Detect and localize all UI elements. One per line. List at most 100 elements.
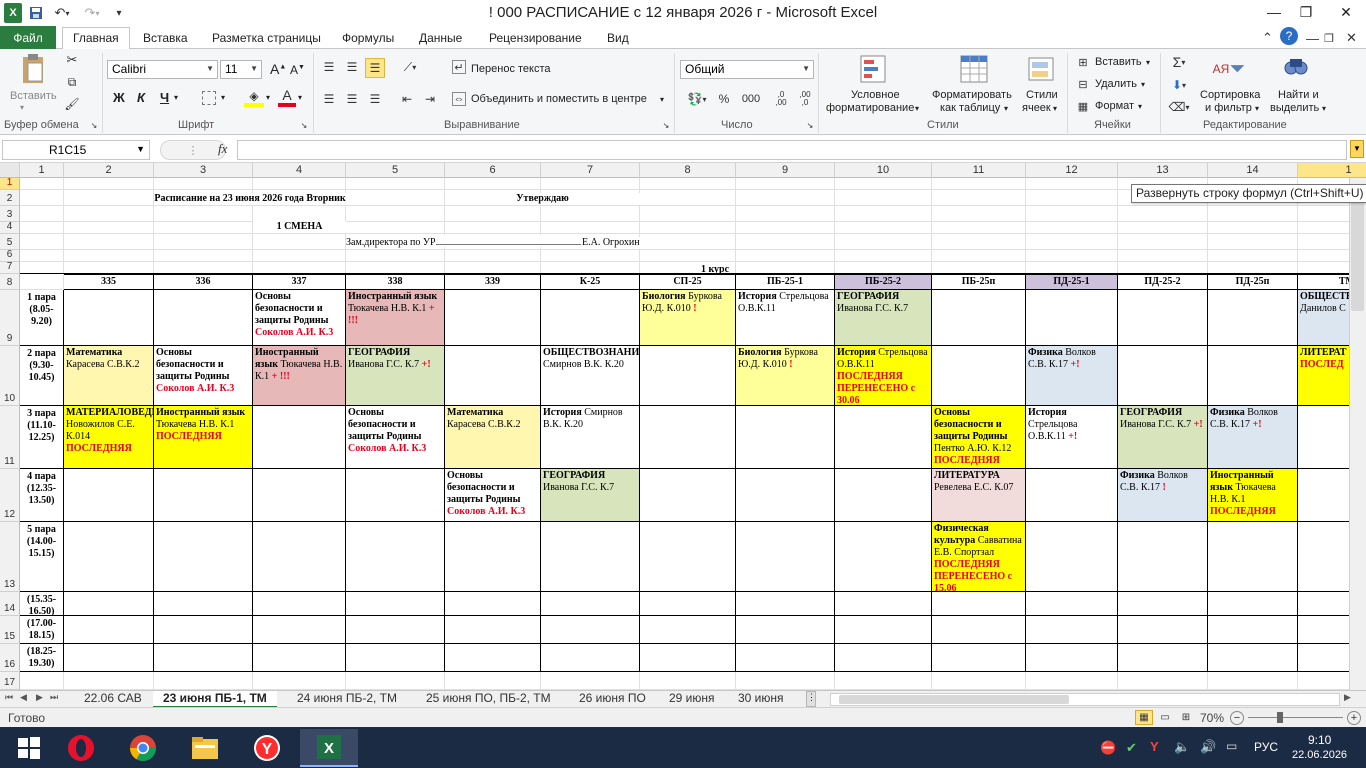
sheet-tab[interactable]: 25 июня ПО, ПБ-2, ТМ	[416, 691, 561, 708]
sort-filter-dropdown-icon[interactable]: ▾	[1255, 104, 1259, 113]
column-header[interactable]: 1	[20, 163, 64, 178]
align-left-icon[interactable]: ☰	[320, 91, 338, 107]
schedule-cell[interactable]	[736, 592, 835, 616]
format-as-table-dropdown-icon[interactable]: ▾	[1004, 104, 1008, 113]
lesson-cell[interactable]: История Стрельцова О.В.К.11 +!	[1026, 406, 1118, 469]
lesson-cell[interactable]: ГЕОГРАФИЯ Иванова Г.С. К.7	[541, 469, 640, 522]
cell-styles-dropdown-icon[interactable]: ▾	[1053, 104, 1057, 113]
schedule-cell[interactable]	[1026, 522, 1118, 592]
lesson-cell[interactable]: Физика Волков С.В. К.17 !	[1118, 469, 1208, 522]
column-header[interactable]: 3	[154, 163, 253, 178]
row-header[interactable]: 8	[0, 274, 20, 290]
row-header[interactable]: 11	[0, 406, 20, 469]
find-select-label2[interactable]: выделить	[1270, 102, 1319, 114]
tab-page-layout[interactable]: Разметка страницы	[212, 29, 321, 49]
schedule-cell[interactable]	[835, 592, 932, 616]
sheet-tab[interactable]: 29 июня	[659, 691, 725, 708]
underline-dropdown-icon[interactable]: ▾	[174, 93, 178, 102]
schedule-cell[interactable]	[1026, 469, 1118, 522]
delete-cells-icon[interactable]: ⊟	[1075, 76, 1091, 92]
tray-date[interactable]: 22.06.2026	[1292, 749, 1347, 761]
delete-dropdown-icon[interactable]: ▾	[1141, 80, 1145, 89]
help-icon[interactable]: ?	[1280, 27, 1298, 45]
column-header[interactable]: 1	[1298, 163, 1366, 178]
schedule-cell[interactable]	[64, 592, 154, 616]
format-as-table-label2[interactable]: как таблицу	[940, 102, 1000, 114]
currency-icon[interactable]: 💱 ▾	[684, 90, 710, 108]
row-header[interactable]: 16	[0, 644, 20, 672]
schedule-cell[interactable]	[445, 616, 541, 644]
chrome-icon[interactable]	[114, 729, 172, 767]
lesson-cell[interactable]: Основы безопасности и защиты Родины Сокол…	[253, 290, 346, 346]
conditional-format-dropdown-icon[interactable]: ▾	[915, 104, 919, 113]
conditional-format-label1[interactable]: Условное	[851, 89, 900, 101]
font-size-combo[interactable]: 11 ▼	[220, 60, 262, 79]
row-header[interactable]: 2	[0, 190, 20, 206]
row-header[interactable]: 12	[0, 469, 20, 522]
schedule-cell[interactable]	[736, 522, 835, 592]
schedule-cell[interactable]	[445, 592, 541, 616]
font-color-icon[interactable]: A	[278, 87, 296, 107]
schedule-cell[interactable]	[640, 469, 736, 522]
vertical-scroll-thumb[interactable]	[1351, 191, 1364, 311]
schedule-cell[interactable]	[1118, 644, 1208, 672]
merge-center-button[interactable]: Объединить и поместить в центре	[471, 93, 647, 105]
schedule-cell[interactable]	[1118, 346, 1208, 406]
schedule-cell[interactable]	[835, 644, 932, 672]
row-header[interactable]: 15	[0, 616, 20, 644]
italic-button[interactable]: К	[137, 90, 145, 105]
schedule-cell[interactable]	[154, 290, 253, 346]
bold-button[interactable]: Ж	[113, 90, 125, 105]
schedule-cell[interactable]	[253, 406, 346, 469]
lesson-cell[interactable]: ЛИТЕРАТУРА Ревелева Е.С. К.07	[932, 469, 1026, 522]
alignment-launcher-icon[interactable]: ↘	[662, 121, 670, 130]
sheet-tab[interactable]: 26 июня ПО	[569, 691, 656, 708]
schedule-cell[interactable]	[640, 644, 736, 672]
lesson-cell[interactable]: Физика Волков С.В. К.17 +!	[1026, 346, 1118, 406]
page-layout-view-icon[interactable]: ▭	[1156, 710, 1174, 725]
schedule-cell[interactable]	[1026, 644, 1118, 672]
lesson-cell[interactable]: Основы безопасности и защиты Родины Сокол…	[154, 346, 253, 406]
group-header[interactable]: ПБ-25-1	[736, 274, 835, 290]
group-header[interactable]: 337	[253, 274, 346, 290]
column-header[interactable]: 12	[1026, 163, 1118, 178]
row-header[interactable]: 5	[0, 234, 20, 250]
expand-formula-bar-icon[interactable]: ▼	[1350, 140, 1364, 158]
column-header[interactable]: 13	[1118, 163, 1208, 178]
schedule-cell[interactable]	[640, 592, 736, 616]
schedule-cell[interactable]	[445, 346, 541, 406]
zoom-slider[interactable]	[1248, 717, 1343, 718]
schedule-cell[interactable]	[1208, 522, 1298, 592]
conditional-format-icon[interactable]	[858, 53, 890, 85]
lesson-cell[interactable]: Основы безопасности и защиты Родины Сокол…	[445, 469, 541, 522]
lesson-cell[interactable]: Математика Карасева С.В.К.2	[445, 406, 541, 469]
row-header[interactable]: 7	[0, 261, 20, 274]
formula-input[interactable]	[237, 140, 1347, 160]
lesson-cell[interactable]: ГЕОГРАФИЯ Иванова Г.С. К.7 +!	[1118, 406, 1208, 469]
schedule-cell[interactable]	[445, 522, 541, 592]
number-format-combo[interactable]: Общий ▼	[680, 60, 814, 79]
column-header[interactable]: 10	[835, 163, 932, 178]
schedule-cell[interactable]	[835, 469, 932, 522]
schedule-cell[interactable]	[835, 616, 932, 644]
yandex-browser-icon[interactable]: Y	[238, 729, 296, 767]
cut-icon[interactable]: ✂	[64, 52, 80, 68]
schedule-cell[interactable]	[445, 644, 541, 672]
column-header[interactable]: 4	[253, 163, 346, 178]
wrap-text-icon[interactable]: ↵	[452, 60, 466, 74]
horizontal-scrollbar[interactable]	[830, 693, 1340, 706]
group-header[interactable]: 339	[445, 274, 541, 290]
schedule-cell[interactable]	[253, 616, 346, 644]
column-header[interactable]: 7	[541, 163, 640, 178]
windows-start-icon[interactable]	[0, 729, 58, 767]
find-select-dropdown-icon[interactable]: ▾	[1322, 104, 1326, 113]
schedule-cell[interactable]	[346, 592, 445, 616]
lesson-cell[interactable]: Иностранный язык Тюкачева Н.В. К.1 + !!!	[253, 346, 346, 406]
lesson-cell[interactable]: История Стрельцова О.В.К.11	[736, 290, 835, 346]
schedule-cell[interactable]	[736, 616, 835, 644]
close-icon[interactable]: ✕	[1326, 0, 1366, 24]
percent-icon[interactable]: %	[716, 90, 732, 108]
align-top-icon[interactable]: ☰	[320, 59, 338, 75]
column-header[interactable]: 2	[64, 163, 154, 178]
merge-dropdown-icon[interactable]: ▾	[660, 95, 664, 104]
